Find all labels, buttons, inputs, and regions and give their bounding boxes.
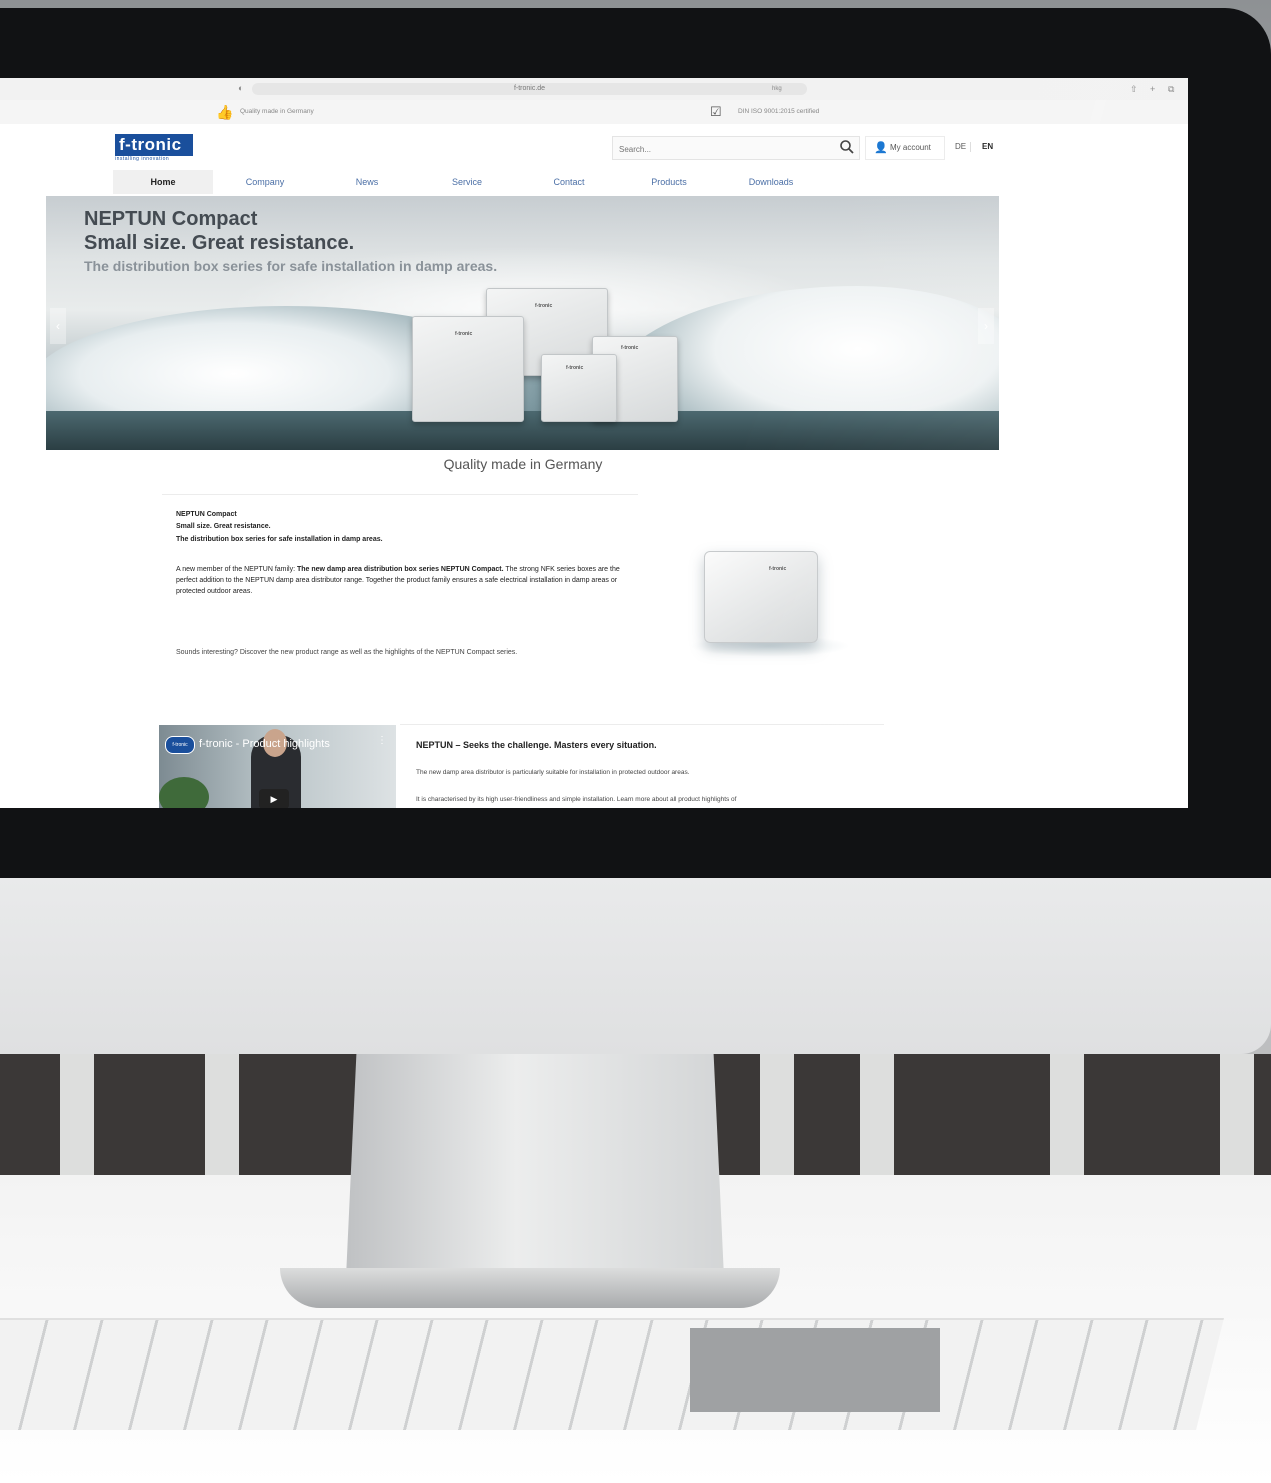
hero-subtitle: Small size. Great resistance. (84, 232, 355, 254)
box-brand: f-tronic (455, 331, 473, 337)
channel-logo[interactable]: f-tronic (165, 736, 195, 754)
intro-title: NEPTUN Compact (176, 511, 237, 518)
main-nav: Home Company News Service Contact Produc… (113, 170, 993, 194)
chevron-right-icon[interactable]: › (978, 308, 994, 344)
share-icon[interactable]: ⇧ (1130, 83, 1138, 95)
thumbs-up-icon: 👍 (216, 104, 234, 120)
quality-text: Quality made in Germany (240, 108, 314, 115)
hero-slider[interactable]: f-tronic f-tronic f-tronic f-tronic NEPT… (46, 196, 999, 450)
intro-discover: Sounds interesting? Discover the new pro… (176, 649, 518, 656)
intro-tagline: The distribution box series for safe ins… (176, 536, 383, 543)
logo-wordmark: f-tronic (115, 134, 193, 156)
section-divider (400, 724, 884, 725)
nav-news[interactable]: News (319, 170, 415, 194)
intro-para-bold: The new damp area distribution box serie… (296, 566, 504, 573)
more-vertical-icon[interactable]: ⋮ (377, 735, 387, 746)
top-info-strip: 👍 Quality made in Germany ☑ DIN ISO 9001… (0, 100, 1188, 124)
product-box: f-tronic (704, 551, 818, 643)
box-brand: f-tronic (535, 303, 553, 309)
browser-screen: ◐ f-tronic.de hkg ⇧ + ⧉ 👍 Quality made i… (0, 78, 1188, 808)
search-input[interactable] (613, 137, 841, 161)
search-icon[interactable] (839, 139, 855, 155)
section-divider (162, 494, 638, 495)
intro-para-start: A new member of the NEPTUN family: (176, 566, 297, 573)
shield-icon[interactable]: ◐ (238, 82, 243, 94)
box-brand: f-tronic (566, 365, 584, 371)
reader-label: hkg (772, 86, 782, 92)
browser-toolbar: ◐ f-tronic.de hkg ⇧ + ⧉ (0, 78, 1188, 101)
monitor-stand (345, 1054, 725, 1299)
my-account-button[interactable]: 👤 My account (865, 136, 945, 160)
chevron-left-icon[interactable]: ‹ (50, 308, 66, 344)
my-account-label: My account (890, 143, 931, 152)
keyboard (0, 1318, 1224, 1430)
hero-title: NEPTUN Compact (84, 208, 258, 230)
section2-paragraph-2: It is characterised by its high user-fri… (416, 796, 737, 803)
play-icon[interactable]: ▶ (259, 789, 289, 808)
address-bar[interactable]: f-tronic.de hkg (252, 83, 807, 95)
certification-text: DIN ISO 9001:2015 certified (738, 108, 820, 115)
nav-products[interactable]: Products (621, 170, 717, 194)
hero-tagline: The distribution box series for safe ins… (84, 258, 498, 274)
section2-heading: NEPTUN – Seeks the challenge. Masters ev… (416, 740, 657, 750)
tabs-icon[interactable]: ⧉ (1168, 83, 1174, 95)
search-box (612, 136, 860, 161)
new-tab-icon[interactable]: + (1150, 83, 1155, 95)
product-box-left: f-tronic (412, 316, 524, 422)
intro-subtitle: Small size. Great resistance. (176, 523, 271, 530)
video-title[interactable]: f-tronic - Product highlights (199, 738, 330, 750)
hero-caption: Quality made in Germany (443, 456, 603, 472)
nav-home[interactable]: Home (113, 170, 213, 194)
logo-tagline: installing innovation (115, 156, 170, 162)
lang-de[interactable]: DE (955, 136, 966, 158)
intro-paragraph: A new member of the NEPTUN family: The n… (176, 564, 636, 597)
nav-downloads[interactable]: Downloads (723, 170, 819, 194)
monitor-stand-base (280, 1268, 780, 1308)
user-icon: 👤 (874, 142, 888, 154)
nav-contact[interactable]: Contact (521, 170, 617, 194)
nav-company[interactable]: Company (217, 170, 313, 194)
lang-en[interactable]: EN (982, 136, 993, 158)
address-bar-url: f-tronic.de (513, 85, 546, 92)
product-image: f-tronic (660, 543, 868, 669)
video-player[interactable]: f-tronic f-tronic - Product highlights ⋮… (159, 725, 396, 808)
section2-paragraph-1: The new damp area distributor is particu… (416, 769, 690, 776)
keyboard-keys (690, 1328, 940, 1412)
checkbox-icon: ☑ (710, 104, 722, 119)
monitor-chin (0, 878, 1271, 1054)
box-brand: f-tronic (621, 345, 639, 351)
video-plant (159, 777, 209, 808)
box-brand: f-tronic (769, 566, 787, 572)
nav-service[interactable]: Service (419, 170, 515, 194)
product-box-small: f-tronic (541, 354, 617, 422)
site-logo[interactable]: f-tronic installing innovation (115, 134, 193, 164)
lang-separator (970, 142, 971, 152)
